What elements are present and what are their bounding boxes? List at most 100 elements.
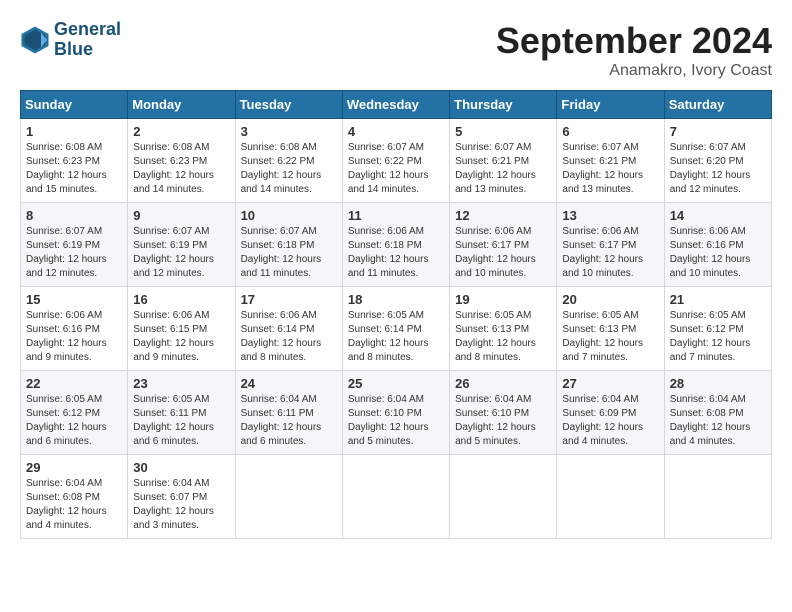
day-number: 15 [26,292,122,307]
title-block: September 2024 Anamakro, Ivory Coast [496,20,772,80]
day-info: Sunrise: 6:04 AM Sunset: 6:10 PM Dayligh… [348,393,444,449]
calendar-cell: 8 Sunrise: 6:07 AM Sunset: 6:19 PM Daylig… [21,203,128,287]
calendar-cell: 3 Sunrise: 6:08 AM Sunset: 6:22 PM Daylig… [235,119,342,203]
day-number: 30 [133,460,229,475]
day-info: Sunrise: 6:06 AM Sunset: 6:16 PM Dayligh… [670,225,766,281]
day-info: Sunrise: 6:05 AM Sunset: 6:12 PM Dayligh… [670,309,766,365]
day-number: 10 [241,208,337,223]
day-number: 4 [348,124,444,139]
day-info: Sunrise: 6:04 AM Sunset: 6:08 PM Dayligh… [26,477,122,533]
day-info: Sunrise: 6:06 AM Sunset: 6:18 PM Dayligh… [348,225,444,281]
calendar-cell [235,455,342,539]
calendar-cell: 22Sunrise: 6:05 AM Sunset: 6:12 PM Dayli… [21,371,128,455]
day-number: 14 [670,208,766,223]
day-info: Sunrise: 6:06 AM Sunset: 6:15 PM Dayligh… [133,309,229,365]
day-info: Sunrise: 6:05 AM Sunset: 6:13 PM Dayligh… [455,309,551,365]
calendar-cell: 4Sunrise: 6:07 AM Sunset: 6:22 PM Daylig… [342,119,449,203]
day-number: 12 [455,208,551,223]
day-info: Sunrise: 6:07 AM Sunset: 6:21 PM Dayligh… [455,141,551,197]
calendar-table: Sunday Monday Tuesday Wednesday Thursday… [20,90,772,539]
calendar-cell: 11 Sunrise: 6:06 AM Sunset: 6:18 PM Dayli… [342,203,449,287]
day-info: Sunrise: 6:07 AM Sunset: 6:21 PM Dayligh… [562,141,658,197]
day-number: 29 [26,460,122,475]
calendar-cell [342,455,449,539]
calendar-cell: 20 Sunrise: 6:05 AM Sunset: 6:13 PM Dayli… [557,287,664,371]
day-number: 24 [241,376,337,391]
calendar-cell: 1Sunrise: 6:08 AM Sunset: 6:23 PM Daylig… [21,119,128,203]
calendar-cell: 26Sunrise: 6:04 AM Sunset: 6:10 PM Dayli… [450,371,557,455]
day-info: Sunrise: 6:05 AM Sunset: 6:11 PM Dayligh… [133,393,229,449]
day-info: Sunrise: 6:07 AM Sunset: 6:19 PM Dayligh… [133,225,229,281]
calendar-cell: 30 Sunrise: 6:04 AM Sunset: 6:07 PM Dayli… [128,455,235,539]
day-number: 20 [562,292,658,307]
week-row-5: 29 Sunrise: 6:04 AM Sunset: 6:08 PM Dayli… [21,455,772,539]
day-number: 22 [26,376,122,391]
calendar-cell: 2 Sunrise: 6:08 AM Sunset: 6:23 PM Daylig… [128,119,235,203]
calendar-cell: 23 Sunrise: 6:05 AM Sunset: 6:11 PM Dayli… [128,371,235,455]
calendar-cell: 25 Sunrise: 6:04 AM Sunset: 6:10 PM Dayli… [342,371,449,455]
calendar-cell [450,455,557,539]
logo-text: General Blue [54,20,121,60]
calendar-cell: 16 Sunrise: 6:06 AM Sunset: 6:15 PM Dayli… [128,287,235,371]
day-number: 8 [26,208,122,223]
day-number: 1 [26,124,122,139]
calendar-cell: 17 Sunrise: 6:06 AM Sunset: 6:14 PM Dayli… [235,287,342,371]
logo-line1: General [54,20,121,40]
location-subtitle: Anamakro, Ivory Coast [496,62,772,80]
calendar-cell: 13 Sunrise: 6:06 AM Sunset: 6:17 PM Dayli… [557,203,664,287]
day-number: 9 [133,208,229,223]
week-row-4: 22Sunrise: 6:05 AM Sunset: 6:12 PM Dayli… [21,371,772,455]
col-sunday: Sunday [21,91,128,119]
logo-icon [20,25,50,55]
day-info: Sunrise: 6:04 AM Sunset: 6:08 PM Dayligh… [670,393,766,449]
day-number: 5 [455,124,551,139]
calendar-cell [664,455,771,539]
calendar-cell: 7 Sunrise: 6:07 AM Sunset: 6:20 PM Daylig… [664,119,771,203]
day-number: 7 [670,124,766,139]
day-number: 28 [670,376,766,391]
calendar-cell: 21 Sunrise: 6:05 AM Sunset: 6:12 PM Dayli… [664,287,771,371]
logo-line2: Blue [54,40,121,60]
day-info: Sunrise: 6:04 AM Sunset: 6:07 PM Dayligh… [133,477,229,533]
calendar-cell: 14 Sunrise: 6:06 AM Sunset: 6:16 PM Dayli… [664,203,771,287]
day-number: 3 [241,124,337,139]
day-info: Sunrise: 6:07 AM Sunset: 6:20 PM Dayligh… [670,141,766,197]
day-info: Sunrise: 6:07 AM Sunset: 6:19 PM Dayligh… [26,225,122,281]
day-info: Sunrise: 6:06 AM Sunset: 6:14 PM Dayligh… [241,309,337,365]
day-number: 13 [562,208,658,223]
col-monday: Monday [128,91,235,119]
calendar-cell: 27 Sunrise: 6:04 AM Sunset: 6:09 PM Dayli… [557,371,664,455]
calendar-cell: 18Sunrise: 6:05 AM Sunset: 6:14 PM Dayli… [342,287,449,371]
day-number: 23 [133,376,229,391]
header-row: Sunday Monday Tuesday Wednesday Thursday… [21,91,772,119]
calendar-cell [557,455,664,539]
calendar-cell: 24 Sunrise: 6:04 AM Sunset: 6:11 PM Dayli… [235,371,342,455]
page-header: General Blue September 2024 Anamakro, Iv… [20,20,772,80]
day-number: 2 [133,124,229,139]
day-info: Sunrise: 6:04 AM Sunset: 6:09 PM Dayligh… [562,393,658,449]
calendar-cell: 19Sunrise: 6:05 AM Sunset: 6:13 PM Dayli… [450,287,557,371]
day-number: 11 [348,208,444,223]
week-row-1: 1 Sunrise: 6:08 AM Sunset: 6:23 PM Daylig… [21,119,772,203]
day-number: 6 [562,124,658,139]
day-info: Sunrise: 6:08 AM Sunset: 6:23 PM Dayligh… [133,141,229,197]
day-number: 27 [562,376,658,391]
col-thursday: Thursday [450,91,557,119]
day-info: Sunrise: 6:08 AM Sunset: 6:22 PM Dayligh… [241,141,337,197]
calendar-cell: 9 Sunrise: 6:07 AM Sunset: 6:19 PM Daylig… [128,203,235,287]
calendar-cell: 6 Sunrise: 6:07 AM Sunset: 6:21 PM Daylig… [557,119,664,203]
col-tuesday: Tuesday [235,91,342,119]
day-info: Sunrise: 6:05 AM Sunset: 6:14 PM Dayligh… [348,309,444,365]
week-row-2: 8 Sunrise: 6:07 AM Sunset: 6:19 PM Daylig… [21,203,772,287]
day-info: Sunrise: 6:07 AM Sunset: 6:18 PM Dayligh… [241,225,337,281]
day-number: 17 [241,292,337,307]
day-number: 16 [133,292,229,307]
day-number: 25 [348,376,444,391]
day-info: Sunrise: 6:05 AM Sunset: 6:13 PM Dayligh… [562,309,658,365]
day-info: Sunrise: 6:06 AM Sunset: 6:17 PM Dayligh… [562,225,658,281]
calendar-cell: 10 Sunrise: 6:07 AM Sunset: 6:18 PM Dayli… [235,203,342,287]
day-number: 21 [670,292,766,307]
day-number: 26 [455,376,551,391]
calendar-cell: 29 Sunrise: 6:04 AM Sunset: 6:08 PM Dayli… [21,455,128,539]
day-info: Sunrise: 6:04 AM Sunset: 6:11 PM Dayligh… [241,393,337,449]
